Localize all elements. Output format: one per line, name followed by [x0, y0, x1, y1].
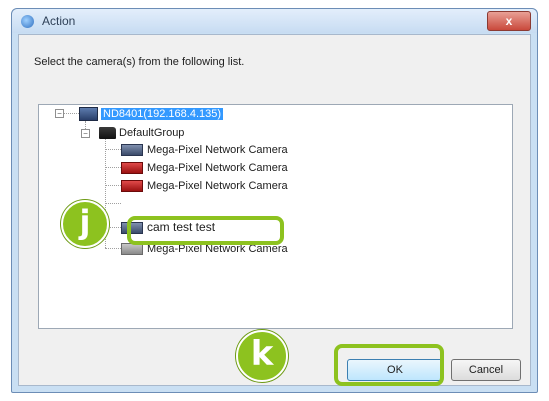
tree-camera-item[interactable]: Mega-Pixel Network Camera	[121, 160, 288, 176]
group-label: DefaultGroup	[119, 127, 185, 139]
tree-line	[105, 248, 121, 249]
callout-highlight-camera	[127, 216, 284, 245]
tree-line	[63, 113, 79, 114]
tree-line	[105, 185, 121, 186]
folder-icon	[99, 127, 116, 140]
camera-label: Mega-Pixel Network Camera	[147, 162, 288, 174]
root-label: ND8401(192.168.4.135)	[101, 108, 224, 120]
camera-label: Mega-Pixel Network Camera	[147, 180, 288, 192]
tree-line	[105, 203, 121, 204]
callout-badge-j: j	[61, 200, 109, 248]
camera-icon	[121, 144, 143, 157]
collapse-root-toggle[interactable]: −	[55, 109, 64, 118]
instruction-text: Select the camera(s) from the following …	[34, 56, 245, 68]
callout-badge-k: k	[236, 330, 288, 382]
window-title: Action	[42, 14, 76, 28]
camera-label: Mega-Pixel Network Camera	[147, 144, 288, 156]
nvr-icon	[79, 107, 98, 122]
tree-line	[105, 149, 121, 150]
app-icon	[21, 15, 34, 28]
tree-group-node[interactable]: DefaultGroup	[99, 125, 184, 141]
close-button[interactable]: x	[487, 11, 531, 31]
tree-root-node[interactable]: ND8401(192.168.4.135)	[79, 106, 224, 122]
callout-highlight-ok	[334, 344, 444, 386]
camera-error-icon	[121, 162, 143, 175]
camera-error-icon	[121, 180, 143, 193]
collapse-group-toggle[interactable]: −	[81, 129, 90, 138]
tree-camera-item[interactable]: Mega-Pixel Network Camera	[121, 142, 288, 158]
title-bar[interactable]: Action x	[12, 9, 537, 33]
tree-camera-item[interactable]: Mega-Pixel Network Camera	[121, 178, 288, 194]
tree-line	[105, 167, 121, 168]
cancel-button[interactable]: Cancel	[451, 359, 521, 381]
